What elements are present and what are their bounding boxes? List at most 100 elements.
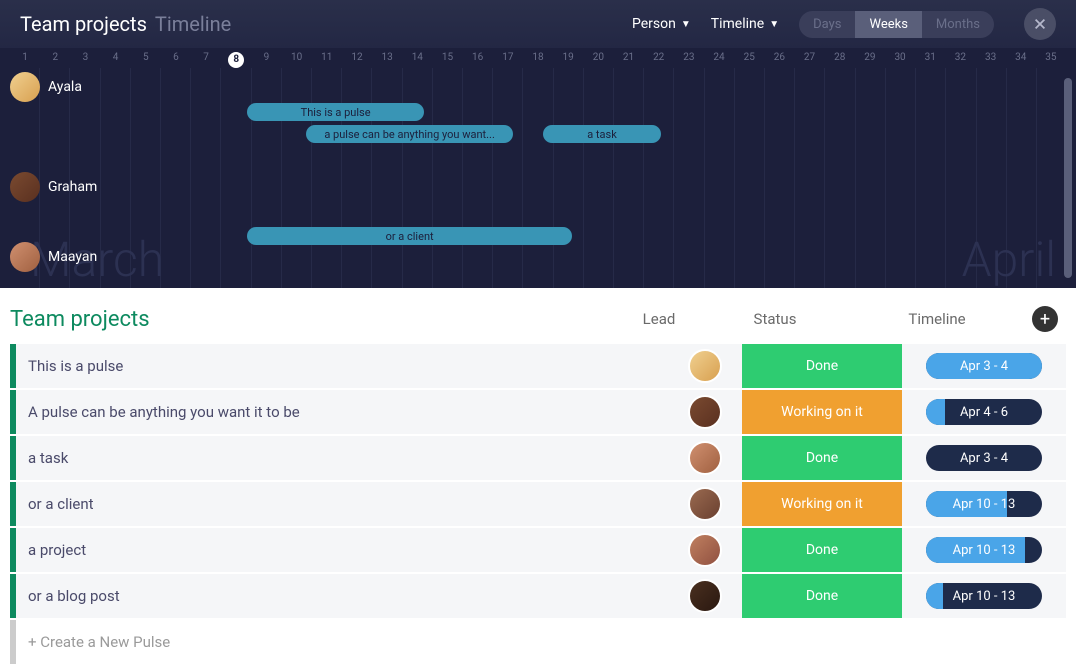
zoom-weeks[interactable]: Weeks — [855, 11, 921, 38]
pulse-bar[interactable]: This is a pulse — [247, 103, 425, 121]
zoom-days[interactable]: Days — [799, 11, 855, 38]
timeline-cell[interactable]: Apr 3 - 4 — [904, 445, 1064, 471]
pulse-bar[interactable]: or a client — [247, 227, 573, 245]
table-row[interactable]: or a client Working on it Apr 10 - 13 — [10, 482, 1066, 526]
timeline-dropdown[interactable]: Timeline ▼ — [711, 16, 779, 32]
day-label[interactable]: 9 — [251, 52, 281, 68]
person-dropdown[interactable]: Person ▼ — [632, 16, 691, 32]
day-label[interactable]: 31 — [915, 52, 945, 68]
timeline-cell[interactable]: Apr 10 - 13 — [904, 583, 1064, 609]
day-label[interactable]: 22 — [644, 52, 674, 68]
col-header-status[interactable]: Status — [694, 310, 856, 328]
timeline-pill[interactable]: Apr 4 - 6 — [926, 399, 1042, 425]
avatar — [688, 395, 722, 429]
board-rows: This is a pulse Done Apr 3 - 4 A pulse can … — [10, 344, 1066, 664]
col-header-timeline[interactable]: Timeline — [856, 310, 1018, 328]
day-label[interactable]: 28 — [825, 52, 855, 68]
bar-area: This is a pulsea pulse can be anything y… — [10, 103, 1066, 123]
pulse-title[interactable]: a project — [16, 541, 670, 559]
day-label[interactable]: 35 — [1036, 52, 1066, 68]
status-cell[interactable]: Done — [742, 436, 902, 480]
day-label[interactable]: 13 — [372, 52, 402, 68]
lead-cell[interactable] — [670, 487, 740, 521]
person-name: Maayan — [48, 249, 97, 265]
add-column-button[interactable]: + — [1032, 306, 1058, 332]
day-label[interactable]: 4 — [101, 52, 131, 68]
lead-cell[interactable] — [670, 579, 740, 613]
day-label[interactable]: 21 — [613, 52, 643, 68]
avatar — [688, 349, 722, 383]
day-label[interactable]: 34 — [1006, 52, 1036, 68]
status-cell[interactable]: Working on it — [742, 482, 902, 526]
table-row[interactable]: This is a pulse Done Apr 3 - 4 — [10, 344, 1066, 388]
status-cell[interactable]: Done — [742, 344, 902, 388]
day-label[interactable]: 17 — [493, 52, 523, 68]
avatar — [10, 172, 40, 202]
person-dropdown-label: Person — [632, 16, 676, 32]
day-label[interactable]: 23 — [674, 52, 704, 68]
close-icon — [1033, 17, 1047, 31]
day-label[interactable]: 10 — [282, 52, 312, 68]
day-label[interactable]: 3 — [70, 52, 100, 68]
day-label[interactable]: 32 — [945, 52, 975, 68]
day-label[interactable]: 12 — [342, 52, 372, 68]
pulse-title[interactable]: This is a pulse — [16, 357, 670, 375]
table-row[interactable]: a task Done Apr 3 - 4 — [10, 436, 1066, 480]
day-label[interactable]: 15 — [432, 52, 462, 68]
pulse-title[interactable]: or a client — [16, 495, 670, 513]
new-pulse-row[interactable]: + Create a New Pulse — [10, 620, 1066, 664]
lead-cell[interactable] — [670, 533, 740, 567]
day-label[interactable]: 5 — [131, 52, 161, 68]
day-label[interactable]: 16 — [463, 52, 493, 68]
scrollbar[interactable] — [1064, 78, 1072, 278]
zoom-months[interactable]: Months — [922, 11, 994, 38]
timeline-cell[interactable]: Apr 10 - 13 — [904, 491, 1064, 517]
table-row[interactable]: A pulse can be anything you want it to b… — [10, 390, 1066, 434]
day-label[interactable]: 20 — [583, 52, 613, 68]
person-name: Ayala — [48, 79, 82, 95]
timeline-pill[interactable]: Apr 10 - 13 — [926, 583, 1042, 609]
close-button[interactable] — [1024, 8, 1056, 40]
table-row[interactable]: or a blog post Done Apr 10 - 13 — [10, 574, 1066, 618]
timeline-cell[interactable]: Apr 4 - 6 — [904, 399, 1064, 425]
pulse-title[interactable]: A pulse can be anything you want it to b… — [16, 403, 670, 421]
person-row: Graham — [10, 172, 1066, 202]
person-row: Ayala — [10, 72, 1066, 102]
day-label[interactable]: 27 — [794, 52, 824, 68]
day-label[interactable]: 24 — [704, 52, 734, 68]
timeline-cell[interactable]: Apr 10 - 13 — [904, 537, 1064, 563]
day-label[interactable]: 1 — [10, 52, 40, 68]
day-label[interactable]: 25 — [734, 52, 764, 68]
lead-cell[interactable] — [670, 441, 740, 475]
lead-cell[interactable] — [670, 395, 740, 429]
status-cell[interactable]: Working on it — [742, 390, 902, 434]
lead-cell[interactable] — [670, 349, 740, 383]
day-label[interactable]: 19 — [553, 52, 583, 68]
day-label[interactable]: 6 — [161, 52, 191, 68]
timeline-pill[interactable]: Apr 3 - 4 — [926, 445, 1042, 471]
day-label[interactable]: 33 — [976, 52, 1006, 68]
timeline-pill[interactable]: Apr 3 - 4 — [926, 353, 1042, 379]
timeline-view: Team projects Timeline Person ▼ Timeline… — [0, 0, 1076, 288]
day-label[interactable]: 14 — [402, 52, 432, 68]
timeline-pill[interactable]: Apr 10 - 13 — [926, 491, 1042, 517]
status-cell[interactable]: Done — [742, 574, 902, 618]
table-row[interactable]: a project Done Apr 10 - 13 — [10, 528, 1066, 572]
status-cell[interactable]: Done — [742, 528, 902, 572]
day-label[interactable]: 2 — [40, 52, 70, 68]
day-label[interactable]: 11 — [312, 52, 342, 68]
day-current[interactable]: 8 — [228, 52, 244, 68]
col-header-lead[interactable]: Lead — [624, 310, 694, 328]
day-label[interactable]: 30 — [885, 52, 915, 68]
timeline-cell[interactable]: Apr 3 - 4 — [904, 353, 1064, 379]
pulse-title[interactable]: or a blog post — [16, 587, 670, 605]
day-label[interactable]: 7 — [191, 52, 221, 68]
day-label[interactable]: 29 — [855, 52, 885, 68]
pulse-bar[interactable]: a pulse can be anything you want... — [306, 125, 513, 143]
avatar — [10, 242, 40, 272]
pulse-title[interactable]: a task — [16, 449, 670, 467]
timeline-pill[interactable]: Apr 10 - 13 — [926, 537, 1042, 563]
day-label[interactable]: 18 — [523, 52, 553, 68]
pulse-bar[interactable]: a task — [543, 125, 661, 143]
day-label[interactable]: 26 — [764, 52, 794, 68]
